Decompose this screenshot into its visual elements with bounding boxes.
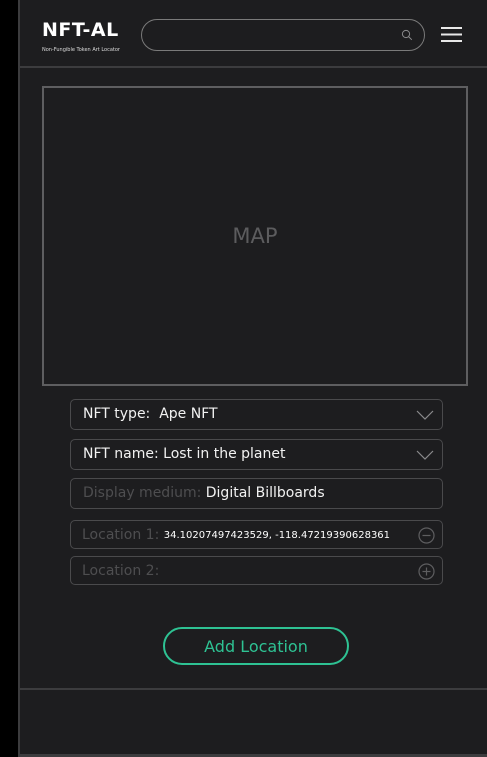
location-1-text: Location 1: 34.10207497423529, -118.4721…: [82, 527, 390, 543]
map-label: MAP: [232, 224, 278, 248]
location-2-text: Location 2:: [82, 563, 159, 579]
chevron-down-icon[interactable]: [416, 449, 434, 461]
header: NFT-AL Non-Fungible Token Art Locator: [20, 0, 487, 68]
search-box[interactable]: [141, 19, 425, 51]
footer-divider: [20, 688, 487, 690]
location-2-label: Location 2:: [82, 563, 160, 579]
location-1-value: 34.10207497423529, -118.47219390628361: [163, 530, 391, 541]
display-medium-text: Display medium: Digital Billboards: [83, 485, 325, 501]
display-medium-label: Display medium:: [83, 485, 202, 501]
nft-type-select[interactable]: NFT type: Ape NFT: [70, 399, 443, 430]
display-medium-value: Digital Billboards: [205, 485, 325, 501]
minus-circle-icon[interactable]: [418, 527, 435, 544]
search-icon[interactable]: [401, 29, 413, 41]
nft-name-value: Lost in the planet: [163, 446, 286, 462]
nft-name-select[interactable]: NFT name: Lost in the planet: [70, 439, 443, 470]
location-1-label: Location 1:: [82, 527, 160, 543]
logo-subtitle: Non-Fungible Token Art Locator: [42, 47, 120, 53]
chevron-down-icon[interactable]: [416, 409, 434, 421]
add-location-button[interactable]: Add Location: [163, 627, 349, 665]
hamburger-menu-icon[interactable]: [441, 26, 462, 43]
plus-circle-icon[interactable]: [418, 563, 435, 580]
nft-type-value: Ape NFT: [159, 406, 218, 422]
nft-type-text: NFT type: Ape NFT: [83, 406, 218, 422]
nft-name-label: NFT name:: [83, 446, 159, 462]
app-panel: NFT-AL Non-Fungible Token Art Locator MA…: [18, 0, 487, 757]
location-2-field[interactable]: Location 2:: [70, 556, 443, 585]
search-input[interactable]: [154, 25, 394, 45]
location-1-field[interactable]: Location 1: 34.10207497423529, -118.4721…: [70, 520, 443, 549]
nft-name-text: NFT name: Lost in the planet: [83, 446, 285, 462]
logo-title: NFT-AL: [42, 19, 119, 41]
display-medium-field[interactable]: Display medium: Digital Billboards: [70, 478, 443, 509]
nft-type-label: NFT type:: [83, 406, 151, 422]
map-area[interactable]: MAP: [42, 86, 468, 386]
